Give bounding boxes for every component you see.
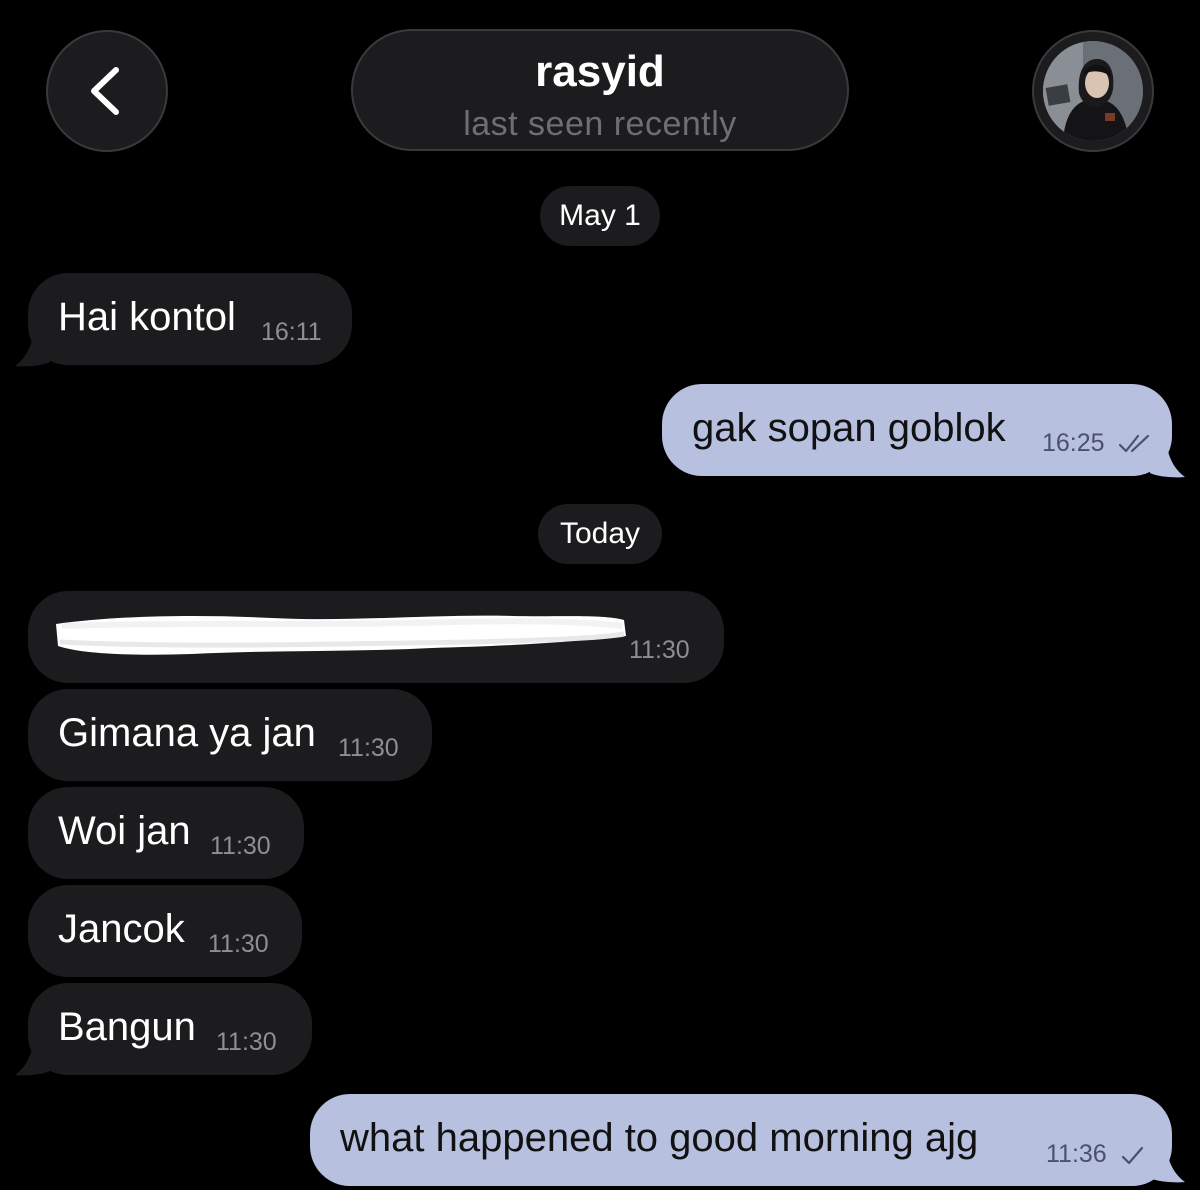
message-bubble-outgoing[interactable]: what happened to good morning ajg 11:36 [310,1094,1172,1186]
avatar-button[interactable] [1032,30,1154,152]
message-time: 16:25 [1042,429,1105,457]
redaction-scribble [56,615,626,655]
message-bubble-incoming[interactable]: Gimana ya jan 11:30 [28,689,432,781]
message-time: 11:30 [208,930,269,958]
message-bubble-incoming[interactable]: Bangun 11:30 [28,983,312,1075]
message-time: 11:30 [338,734,399,762]
chat-header-title[interactable]: rasyid last seen recently [351,29,849,151]
message-time: 11:30 [629,636,690,664]
message-text: what happened to good morning ajg [340,1116,979,1160]
message-time: 11:36 [1046,1140,1107,1168]
date-divider: May 1 [540,186,660,246]
message-bubble-incoming[interactable]: Jancok 11:30 [28,885,302,977]
contact-avatar [1043,41,1143,141]
message-text: Hai kontol [58,295,236,339]
message-text: Jancok [58,907,185,951]
message-bubble-incoming[interactable]: Hai kontol 16:11 [28,273,352,365]
message-text: Bangun [58,1005,196,1049]
chevron-left-icon [91,67,119,115]
message-bubble-incoming[interactable]: Woi jan 11:30 [28,787,304,879]
last-seen-status: last seen recently [463,105,737,143]
check-icon [1121,1146,1144,1165]
message-text: Gimana ya jan [58,711,316,755]
back-button[interactable] [46,30,168,152]
message-time: 11:30 [210,832,271,860]
contact-name: rasyid [535,47,665,96]
date-divider: Today [538,504,662,564]
message-text: gak sopan goblok [692,406,1006,450]
message-bubble-outgoing[interactable]: gak sopan goblok 16:25 [662,384,1172,476]
message-time: 16:11 [261,318,322,346]
message-text: Woi jan [58,809,191,853]
message-time: 11:30 [216,1028,277,1056]
double-check-icon [1118,434,1150,453]
